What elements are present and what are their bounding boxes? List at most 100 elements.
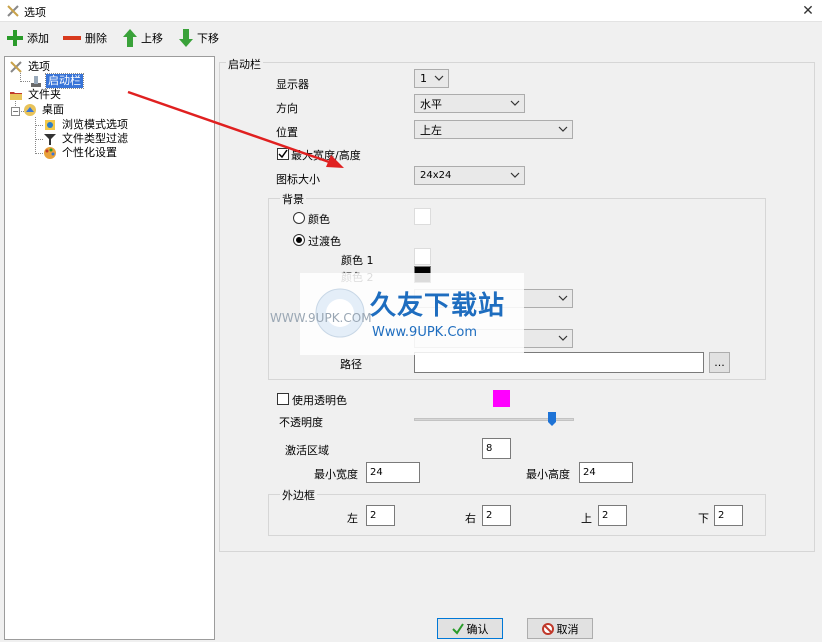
checkmark-icon: [278, 149, 288, 159]
icon-size-select[interactable]: 24x24: [414, 166, 525, 185]
tree-item-label: 选项: [28, 60, 50, 73]
max-wh-checkbox[interactable]: [277, 148, 289, 160]
direction-value: 水平: [420, 97, 442, 111]
tree-item-label: 浏览模式选项: [62, 118, 128, 131]
delete-button[interactable]: 删除: [62, 28, 107, 48]
margin-right-input[interactable]: 2: [482, 505, 511, 526]
desktop-icon: [24, 104, 36, 116]
tree-item-folder[interactable]: 文件夹: [9, 88, 63, 102]
browse-mode-icon: [45, 120, 55, 130]
margin-top-input[interactable]: 2: [598, 505, 627, 526]
opacity-label: 不透明度: [279, 416, 323, 429]
chevron-down-icon: [558, 335, 568, 341]
chevron-down-icon: [558, 126, 568, 132]
filter-icon: [44, 134, 56, 145]
color1-label: 颜色 1: [341, 254, 374, 267]
tree-item-personalize[interactable]: 个性化设置: [43, 146, 119, 160]
min-width-label: 最小宽度: [314, 468, 358, 481]
tree-item-label: 文件夹: [28, 88, 61, 101]
watermark-brand: 久友下载站: [370, 291, 506, 321]
cancel-label: 取消: [556, 622, 579, 636]
watermark-url-left: WWW.9UPK.COM: [270, 311, 372, 325]
margins-group: [268, 494, 766, 536]
plus-icon: [7, 30, 23, 46]
activation-label: 激活区域: [285, 444, 329, 457]
margin-left-input[interactable]: 2: [366, 505, 395, 526]
watermark-overlay: 久友下载站 Www.9UPK.Com WWW.9UPK.COM: [270, 273, 524, 355]
collapse-desktop-toggle[interactable]: −: [11, 107, 20, 116]
display-value: 1: [420, 72, 427, 85]
margin-left-label: 左: [347, 512, 358, 525]
watermark-url: Www.9UPK.Com: [372, 325, 478, 340]
chevron-down-icon: [510, 100, 520, 106]
position-select[interactable]: 上左: [414, 120, 573, 139]
color-radio[interactable]: [293, 212, 305, 224]
arrow-down-icon: [179, 29, 193, 47]
color1-swatch[interactable]: [414, 248, 431, 265]
direction-label: 方向: [276, 102, 298, 115]
ok-button[interactable]: 确认: [437, 618, 503, 639]
cancel-button[interactable]: 取消: [527, 618, 593, 639]
display-select[interactable]: 1: [414, 69, 449, 88]
chevron-down-icon: [434, 75, 444, 81]
checkmark-icon: [451, 622, 464, 635]
gradient-radio-label: 过渡色: [308, 235, 341, 248]
browse-button[interactable]: ...: [709, 352, 730, 373]
tree-item-desktop[interactable]: 桌面: [23, 103, 66, 117]
chevron-down-icon: [510, 172, 520, 178]
min-height-input[interactable]: 24: [579, 462, 633, 483]
radio-dot-icon: [296, 237, 302, 243]
margin-bottom-input[interactable]: 2: [714, 505, 743, 526]
max-wh-label: 最大宽度/高度: [291, 149, 361, 162]
position-value: 上左: [420, 123, 442, 137]
options-tree[interactable]: − 选项 启动栏 文件夹 桌面 浏览模式选项 文件类型过滤 个性化设置: [4, 56, 215, 640]
tools-icon: [10, 61, 22, 73]
tree-item-options[interactable]: 选项: [9, 60, 52, 74]
background-group-title: 背景: [280, 191, 306, 207]
color-radio-label: 颜色: [308, 213, 330, 226]
position-label: 位置: [276, 126, 298, 139]
opacity-slider-thumb[interactable]: [547, 412, 556, 426]
path-input[interactable]: [414, 352, 704, 373]
cancel-icon: [541, 622, 554, 635]
tree-item-label: 启动栏: [45, 73, 84, 89]
palette-icon: [44, 147, 56, 159]
transparent-color-swatch[interactable]: [493, 390, 510, 407]
tree-item-label: 桌面: [42, 103, 64, 116]
direction-select[interactable]: 水平: [414, 94, 525, 113]
launcher-group-title: 启动栏: [226, 56, 263, 72]
add-label: 添加: [27, 32, 49, 45]
min-width-input[interactable]: 24: [366, 462, 420, 483]
folder-icon: [10, 92, 22, 100]
background-color-swatch[interactable]: [414, 208, 431, 225]
minus-icon: [63, 36, 81, 40]
activation-input[interactable]: 8: [482, 438, 511, 459]
margins-group-title: 外边框: [280, 487, 317, 503]
arrow-up-icon: [123, 29, 137, 47]
window-title: 选项: [24, 6, 46, 19]
transparent-color-checkbox[interactable]: [277, 393, 289, 405]
gradient-radio[interactable]: [293, 234, 305, 246]
chevron-down-icon: [558, 295, 568, 301]
tree-item-launcher[interactable]: 启动栏: [29, 73, 84, 89]
tree-item-label: 个性化设置: [62, 146, 117, 159]
margin-top-label: 上: [581, 512, 592, 525]
transparent-color-label: 使用透明色: [292, 394, 347, 407]
tree-item-browse-mode[interactable]: 浏览模式选项: [43, 118, 130, 132]
margin-right-label: 右: [465, 512, 476, 525]
move-up-button[interactable]: 上移: [122, 28, 163, 48]
move-up-label: 上移: [141, 32, 163, 45]
tree-item-label: 文件类型过滤: [62, 132, 128, 145]
min-height-label: 最小高度: [526, 468, 570, 481]
add-button[interactable]: 添加: [6, 28, 49, 48]
tree-item-filetype-filter[interactable]: 文件类型过滤: [43, 132, 130, 146]
margin-bottom-label: 下: [698, 512, 709, 525]
icon-size-value: 24x24: [420, 170, 452, 181]
browse-label: ...: [714, 356, 725, 369]
display-label: 显示器: [276, 78, 309, 91]
delete-label: 删除: [85, 32, 107, 45]
move-down-label: 下移: [197, 32, 219, 45]
close-button[interactable]: ✕: [796, 1, 820, 21]
ok-label: 确认: [466, 622, 489, 636]
move-down-button[interactable]: 下移: [178, 28, 219, 48]
